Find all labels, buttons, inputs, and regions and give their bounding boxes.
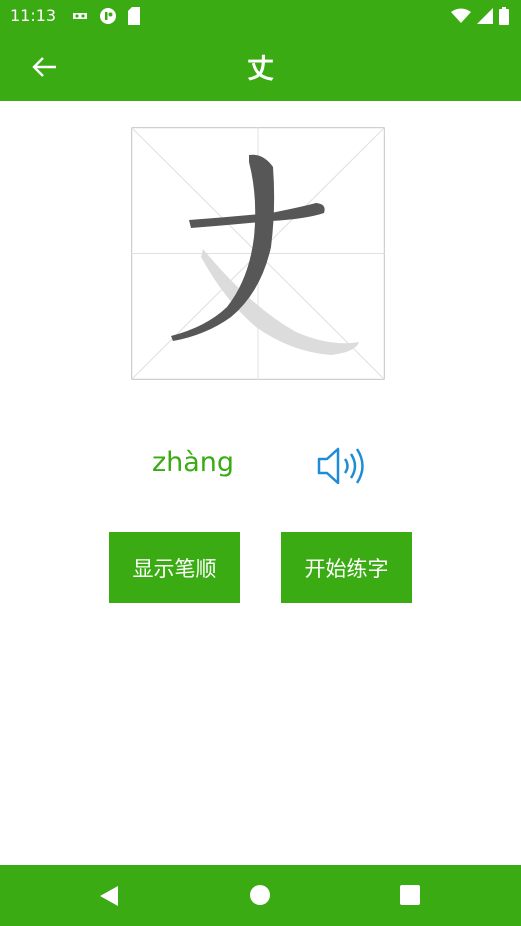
show-stroke-order-button[interactable]: 显示笔顺 xyxy=(109,532,240,603)
play-audio-button[interactable] xyxy=(316,446,368,486)
nav-back-icon[interactable] xyxy=(98,885,120,907)
status-right-icons xyxy=(451,7,509,25)
ghost-stroke xyxy=(201,249,359,355)
speaker-icon xyxy=(317,447,364,485)
signal-icon xyxy=(477,8,493,24)
start-practice-button[interactable]: 开始练字 xyxy=(281,532,412,603)
nav-recent-icon[interactable] xyxy=(400,885,420,905)
character-grid xyxy=(130,126,386,381)
android-debug-icon xyxy=(73,13,87,19)
pinyin-text: zhàng xyxy=(151,447,235,478)
status-bar: 11:13 xyxy=(0,0,521,32)
navigation-bar xyxy=(0,865,521,926)
nav-home-icon[interactable] xyxy=(249,884,271,906)
battery-icon xyxy=(499,7,509,25)
sd-card-icon xyxy=(128,7,140,25)
tian-zi-ge xyxy=(130,126,386,381)
page-title: 丈 xyxy=(247,54,274,85)
status-left-icons xyxy=(70,7,142,25)
app-notification-icon xyxy=(100,8,116,24)
status-time: 11:13 xyxy=(10,6,57,25)
app-bar: 丈 xyxy=(0,32,521,101)
wifi-icon xyxy=(451,8,471,23)
